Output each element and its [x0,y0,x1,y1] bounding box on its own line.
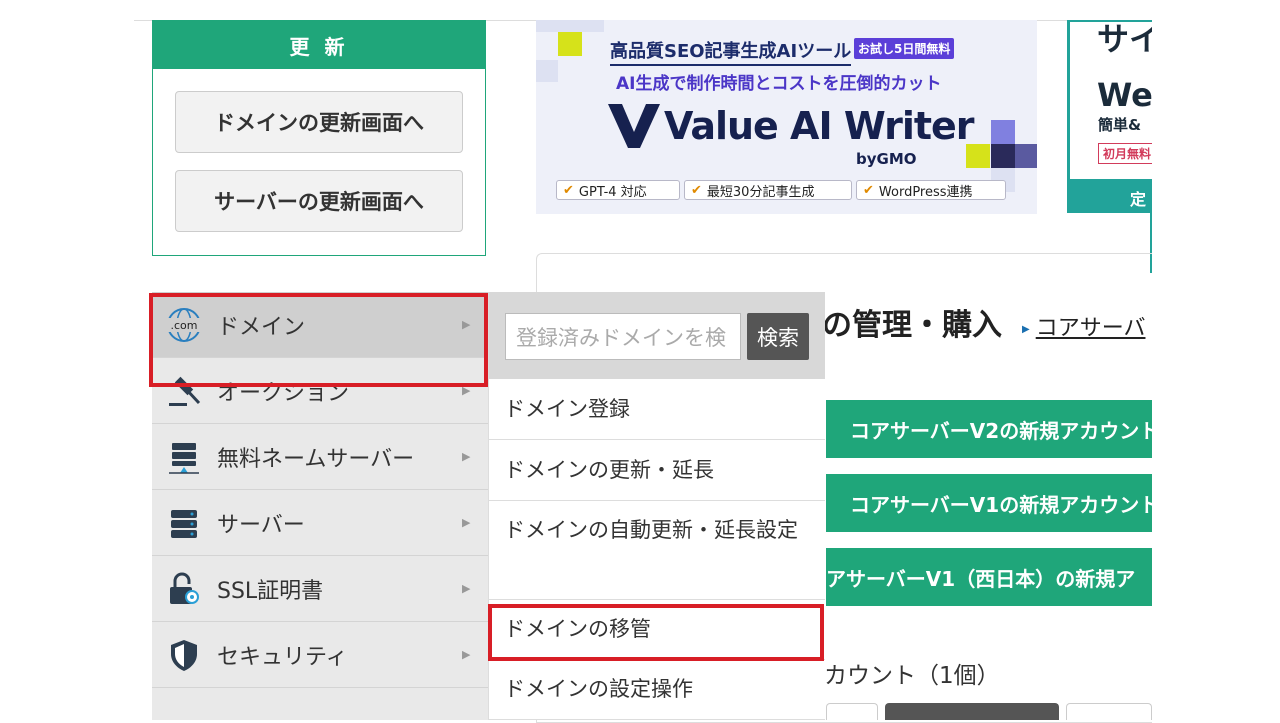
server-ad-free-badge: 初月無料 [1098,143,1157,164]
submenu-item-register[interactable]: ドメイン登録 [489,379,825,440]
update-panel: 更 新 ドメインの更新画面へ サーバーの更新画面へ [152,20,486,256]
chevron-right-icon: ▶ [462,516,471,529]
sidebar-item-label: オークション [217,380,350,406]
ad-decor [558,32,582,56]
sidebar-item-server[interactable]: サーバー ▶ [152,490,488,556]
submenu-search-bar: 登録済みドメインを検 検索 [489,292,825,379]
shield-icon [166,637,202,673]
submenu-item-auto-renew[interactable]: ドメインの自動更新・延長設定 [489,501,825,600]
new-account-v2-button[interactable]: コアサーバーV2の新規アカウント [826,400,1152,458]
chevron-right-icon: ▶ [462,450,471,463]
page-margin [1152,0,1280,720]
server-ad-title2: We [1097,76,1153,114]
search-button[interactable]: 検索 [747,313,809,360]
sidebar-item-label: セキュリティ [217,644,348,670]
sidebar-item-security[interactable]: セキュリティ ▶ [152,622,488,688]
sidebar-item-auction[interactable]: オークション ▶ [152,358,488,424]
server-ad-cta: 定 [1130,190,1147,209]
ad-tag: ✔ GPT-4 対応 [556,180,680,200]
account-count: カウント（1個） [824,663,1000,689]
page-title: の管理・購入 [822,308,1002,343]
ssl-lock-icon [166,571,202,607]
update-header: 更 新 [153,21,485,69]
ad-decor [991,120,1015,144]
server-icon [166,505,202,541]
value-ai-writer-ad[interactable]: 高品質SEO記事生成AIツール お試し5日間無料 AI生成で制作時間とコストを圧… [536,20,1037,214]
chevron-right-icon: ▶ [462,318,471,331]
ad-decor [536,60,558,82]
submenu-item-settings[interactable]: ドメインの設定操作 [489,660,825,720]
domain-submenu: 登録済みドメインを検 検索 ドメイン登録 ドメインの更新・延長 ドメインの自動更… [488,292,825,720]
chevron-right-icon: ▶ [462,582,471,595]
sidebar-item-nameserver[interactable]: 無料ネームサーバー ▶ [152,424,488,490]
sidebar-item-domain[interactable]: .com ドメイン ▶ [152,292,488,358]
svg-text:.com: .com [171,319,198,332]
sidebar-item-ssl[interactable]: SSL証明書 ▶ [152,556,488,622]
domain-update-button[interactable]: ドメインの更新画面へ [175,91,463,153]
ad-logo: Value AI Writer [608,104,975,148]
new-account-v1-west-button[interactable]: アサーバーV1（西日本）の新規ア [826,548,1152,606]
domain-search-input[interactable]: 登録済みドメインを検 [505,313,741,360]
sidebar-item-label: 無料ネームサーバー [217,446,415,472]
gavel-icon [166,373,202,409]
breadcrumb-link[interactable]: ▶ コアサーバ [1022,310,1145,342]
bottom-tab[interactable] [1066,703,1152,720]
ad-headline: 高品質SEO記事生成AIツール [610,37,852,66]
sidebar-item-label: ドメイン [217,314,306,340]
bottom-tab[interactable] [885,703,1059,720]
ad-tag: ✔ WordPress連携 [856,180,1006,200]
bottom-tab[interactable] [826,703,878,720]
ad-by-gmo: byGMO [856,150,917,168]
chevron-right-icon: ▶ [462,648,471,661]
nameserver-icon [166,439,202,475]
ad-subheadline: AI生成で制作時間とコストを圧倒的カット [616,74,942,94]
submenu-item-transfer[interactable]: ドメインの移管 [489,600,825,660]
ad-decor [991,144,1015,168]
submenu-item-renew[interactable]: ドメインの更新・延長 [489,440,825,501]
sidebar-item-label: サーバー [217,512,305,538]
ad-trial-badge: お試し5日間無料 [854,38,955,59]
ad-decor [536,20,604,32]
new-account-v1-button[interactable]: コアサーバーV1の新規アカウント [826,474,1152,532]
ad-logo-text: Value AI Writer [664,104,975,148]
server-ad-sub: 簡単& [1098,116,1142,134]
ad-tag: ✔ 最短30分記事生成 [684,180,852,200]
chevron-right-icon: ▶ [462,384,471,397]
sidebar-item-label: SSL証明書 [217,578,324,604]
value-v-icon [608,104,660,148]
sidebar-menu: .com ドメイン ▶ オークション ▶ 無料ネームサーバー ▶ サーバー ▶ … [152,292,488,720]
dotcom-globe-icon: .com [166,307,202,343]
triangle-right-icon: ▶ [1022,323,1030,335]
ad-decor [966,144,990,168]
ad-decor [1015,144,1037,168]
server-update-button[interactable]: サーバーの更新画面へ [175,170,463,232]
